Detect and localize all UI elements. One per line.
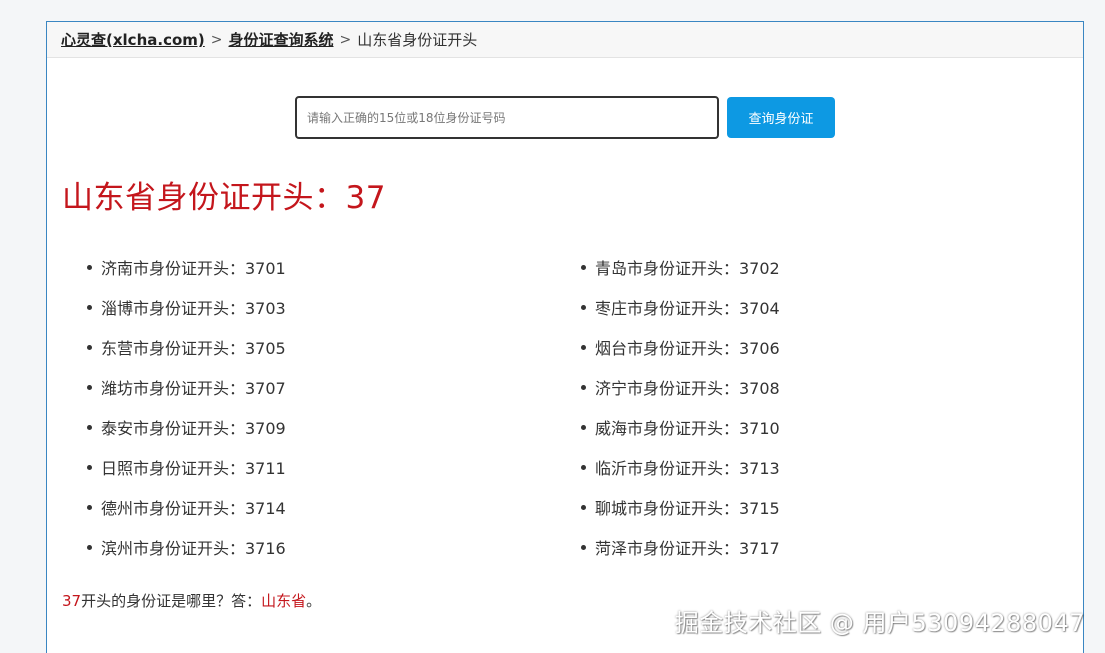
list-item: 菏泽市身份证开头：3717: [581, 527, 1075, 567]
bullet-icon: [581, 504, 586, 510]
list-item: 泰安市身份证开头：3709: [87, 407, 581, 447]
bullet-icon: [581, 544, 586, 550]
main-panel: 心灵查(xlcha.com) > 身份证查询系统 > 山东省身份证开头 查询身份…: [46, 21, 1084, 653]
list-item: 滨州市身份证开头：3716: [87, 527, 581, 567]
bullet-icon: [87, 464, 92, 470]
breadcrumb-separator: >: [339, 31, 352, 48]
bullet-icon: [87, 264, 92, 270]
bullet-icon: [581, 424, 586, 430]
answer-question: 开头的身份证是哪里？答：: [81, 592, 262, 610]
city-prefix-label: 淄博市身份证开头：3703: [101, 299, 286, 318]
city-prefix-label: 烟台市身份证开头：3706: [595, 339, 780, 358]
list-item: 聊城市身份证开头：3715: [581, 487, 1075, 527]
id-number-input[interactable]: [295, 96, 719, 139]
search-id-button[interactable]: 查询身份证: [727, 97, 835, 138]
list-item: 济南市身份证开头：3701: [87, 247, 581, 287]
answer-code: 37: [62, 592, 82, 610]
breadcrumb: 心灵查(xlcha.com) > 身份证查询系统 > 山东省身份证开头: [47, 22, 1083, 58]
bullet-icon: [581, 344, 586, 350]
city-prefix-label: 济南市身份证开头：3701: [101, 259, 286, 278]
bullet-icon: [581, 304, 586, 310]
city-prefix-label: 济宁市身份证开头：3708: [595, 379, 780, 398]
city-prefix-label: 潍坊市身份证开头：3707: [101, 379, 286, 398]
city-prefix-label: 滨州市身份证开头：3716: [101, 539, 286, 558]
city-prefix-label: 威海市身份证开头：3710: [595, 419, 780, 438]
bullet-icon: [87, 384, 92, 390]
breadcrumb-home-link[interactable]: 心灵查(xlcha.com): [61, 29, 205, 50]
city-prefix-label: 临沂市身份证开头：3713: [595, 459, 780, 478]
list-item: 临沂市身份证开头：3713: [581, 447, 1075, 487]
city-prefix-label: 泰安市身份证开头：3709: [101, 419, 286, 438]
bullet-icon: [581, 264, 586, 270]
city-prefix-list: 济南市身份证开头：3701 青岛市身份证开头：3702 淄博市身份证开头：370…: [87, 247, 1077, 567]
bullet-icon: [87, 344, 92, 350]
breadcrumb-current: 山东省身份证开头: [357, 31, 478, 49]
bullet-icon: [87, 544, 92, 550]
search-bar: 查询身份证: [295, 96, 835, 139]
list-item: 济宁市身份证开头：3708: [581, 367, 1075, 407]
list-item: 东营市身份证开头：3705: [87, 327, 581, 367]
list-item: 烟台市身份证开头：3706: [581, 327, 1075, 367]
answer-text: 37开头的身份证是哪里？答：山东省。: [62, 590, 321, 611]
city-prefix-label: 日照市身份证开头：3711: [101, 459, 286, 478]
bullet-icon: [87, 304, 92, 310]
list-item: 威海市身份证开头：3710: [581, 407, 1075, 447]
bullet-icon: [581, 384, 586, 390]
list-item: 青岛市身份证开头：3702: [581, 247, 1075, 287]
bullet-icon: [581, 464, 586, 470]
answer-province: 山东省: [261, 592, 307, 610]
list-item: 枣庄市身份证开头：3704: [581, 287, 1075, 327]
breadcrumb-section-link[interactable]: 身份证查询系统: [228, 29, 333, 50]
bullet-icon: [87, 504, 92, 510]
city-prefix-label: 聊城市身份证开头：3715: [595, 499, 780, 518]
answer-end: 。: [306, 592, 322, 610]
list-item: 德州市身份证开头：3714: [87, 487, 581, 527]
page-title: 山东省身份证开头：37: [62, 180, 386, 216]
list-item: 日照市身份证开头：3711: [87, 447, 581, 487]
breadcrumb-separator: >: [210, 31, 223, 48]
bullet-icon: [87, 424, 92, 430]
list-item: 淄博市身份证开头：3703: [87, 287, 581, 327]
city-prefix-label: 东营市身份证开头：3705: [101, 339, 286, 358]
city-prefix-label: 德州市身份证开头：3714: [101, 499, 286, 518]
city-prefix-label: 菏泽市身份证开头：3717: [595, 539, 780, 558]
watermark: 掘金技术社区 @ 用户53094288047: [674, 609, 1085, 637]
city-prefix-label: 青岛市身份证开头：3702: [595, 259, 780, 278]
city-prefix-label: 枣庄市身份证开头：3704: [595, 299, 780, 318]
list-item: 潍坊市身份证开头：3707: [87, 367, 581, 407]
